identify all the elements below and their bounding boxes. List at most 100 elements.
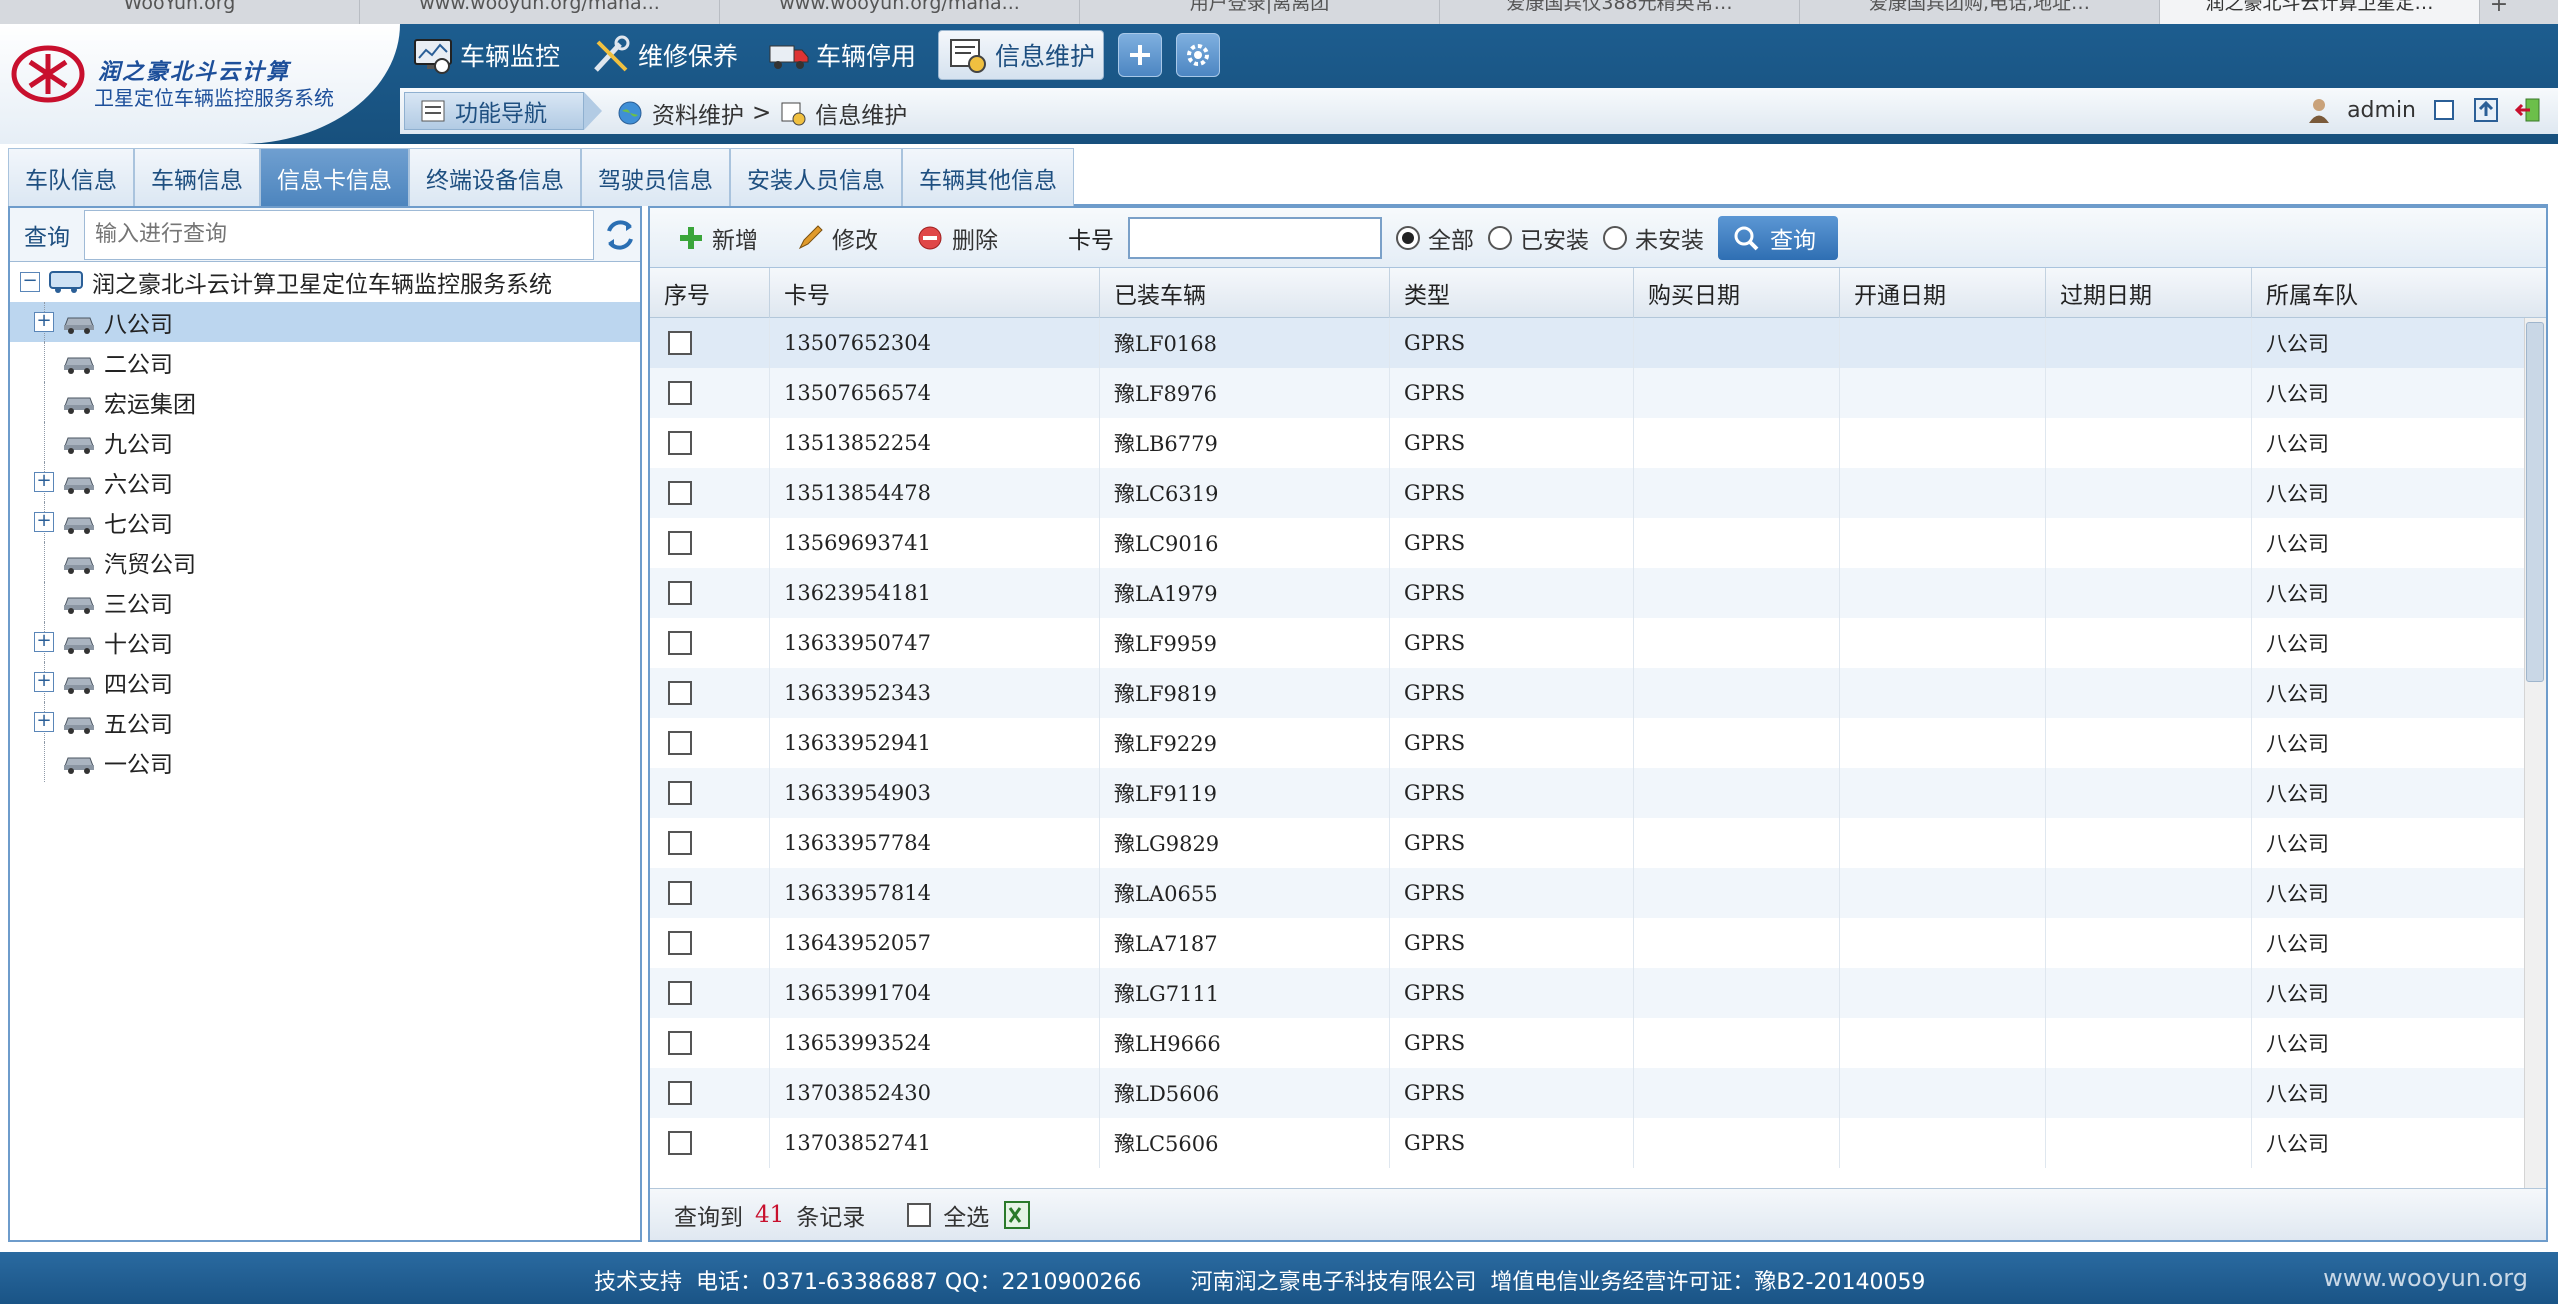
refresh-icon[interactable] [600,215,640,255]
row-checkbox[interactable] [668,531,692,555]
col-header-purchase-date[interactable]: 购买日期 [1634,268,1840,318]
table-row[interactable]: 13507652304 豫LF0168 GPRS 八公司 [650,318,2546,368]
tab-terminal-device-info[interactable]: 终端设备信息 [409,148,581,206]
row-checkbox[interactable] [668,781,692,805]
table-row[interactable]: 13623954181 豫LA1979 GPRS 八公司 [650,568,2546,618]
tab-driver-info[interactable]: 驾驶员信息 [581,148,730,206]
table-row[interactable]: 13513852254 豫LB6779 GPRS 八公司 [650,418,2546,468]
tree-node[interactable]: 一公司 [10,742,640,782]
row-checkbox[interactable] [668,881,692,905]
tree-node[interactable]: 三公司 [10,582,640,622]
radio-not-installed-button[interactable] [1603,225,1627,250]
add-button[interactable]: 新增 [666,216,770,260]
row-checkbox[interactable] [668,1131,692,1155]
table-row[interactable]: 13703852741 豫LC5606 GPRS 八公司 [650,1118,2546,1168]
table-row[interactable]: 13633957814 豫LA0655 GPRS 八公司 [650,868,2546,918]
tree-node[interactable]: 九公司 [10,422,640,462]
window-icon[interactable] [2430,96,2458,124]
nav-info-maintenance[interactable]: 信息维护 [938,30,1105,80]
edit-button[interactable]: 修改 [784,216,890,260]
expand-icon[interactable]: + [34,672,54,692]
table-row[interactable]: 13633954903 豫LF9119 GPRS 八公司 [650,768,2546,818]
collapse-icon[interactable]: − [20,272,40,292]
vertical-scrollbar[interactable] [2524,318,2546,1196]
select-all-checkbox[interactable] [907,1202,932,1227]
row-checkbox[interactable] [668,681,692,705]
table-row[interactable]: 13507656574 豫LF8976 GPRS 八公司 [650,368,2546,418]
radio-all-button[interactable] [1396,225,1420,250]
tree-node[interactable]: + 七公司 [10,502,640,542]
row-checkbox[interactable] [668,931,692,955]
row-checkbox[interactable] [668,731,692,755]
table-row[interactable]: 13513854478 豫LC6319 GPRS 八公司 [650,468,2546,518]
col-header-vehicle[interactable]: 已装车辆 [1100,268,1390,318]
new-tab-button[interactable]: + [2480,0,2518,24]
col-header-index[interactable]: 序号 [650,268,770,318]
table-row[interactable]: 13643952057 豫LA7187 GPRS 八公司 [650,918,2546,968]
settings-button[interactable] [1176,33,1221,77]
table-row[interactable]: 13653991704 豫LG7111 GPRS 八公司 [650,968,2546,1018]
browser-tab[interactable]: WooYun.org [0,0,360,24]
expand-icon[interactable]: + [34,712,54,732]
tree-node[interactable]: 汽贸公司 [10,542,640,582]
tree-node[interactable]: + 四公司 [10,662,640,702]
row-checkbox[interactable] [668,481,692,505]
excel-export-icon[interactable] [1001,1200,1033,1230]
table-row[interactable]: 13633952941 豫LF9229 GPRS 八公司 [650,718,2546,768]
browser-tab[interactable]: www.wooyun.org/mana... [720,0,1080,24]
row-checkbox[interactable] [668,1081,692,1105]
row-checkbox[interactable] [668,981,692,1005]
radio-all[interactable]: 全部 [1396,221,1474,255]
table-row[interactable]: 13633957784 豫LG9829 GPRS 八公司 [650,818,2546,868]
card-number-input[interactable] [1128,216,1382,259]
browser-tab[interactable]: 爱康国宾团购,电话,地址… [1800,0,2160,24]
table-row[interactable]: 13569693741 豫LC9016 GPRS 八公司 [650,518,2546,568]
tree-node[interactable]: + 五公司 [10,702,640,742]
table-row[interactable]: 13633952343 豫LF9819 GPRS 八公司 [650,668,2546,718]
browser-tab[interactable]: 爱康国宾仪388元精英常… [1440,0,1800,24]
row-checkbox[interactable] [668,431,692,455]
row-checkbox[interactable] [668,581,692,605]
tab-sim-card-info[interactable]: 信息卡信息 [260,148,409,206]
col-header-type[interactable]: 类型 [1390,268,1634,318]
col-header-expiry-date[interactable]: 过期日期 [2046,268,2252,318]
radio-installed[interactable]: 已安装 [1488,221,1589,255]
browser-tab[interactable]: www.wooyun.org/mana... [360,0,720,24]
nav-vehicle-disable[interactable]: 车辆停用 [760,30,924,80]
logout-icon[interactable] [2514,96,2542,124]
tree-node[interactable]: + 八公司 [10,302,640,342]
tree-node[interactable]: 二公司 [10,342,640,382]
nav-maintenance[interactable]: 维修保养 [582,30,746,80]
row-checkbox[interactable] [668,631,692,655]
breadcrumb-item[interactable]: 资料维护 [652,96,744,130]
tab-fleet-info[interactable]: 车队信息 [8,148,134,206]
tree-node[interactable]: + 六公司 [10,462,640,502]
query-button[interactable]: 查询 [1718,215,1838,260]
tree-root-node[interactable]: − 润之豪北斗云计算卫星定位车辆监控服务系统 [10,262,640,302]
radio-installed-button[interactable] [1488,225,1512,250]
expand-icon[interactable]: + [34,472,54,492]
delete-button[interactable]: 删除 [904,216,1010,260]
expand-icon[interactable]: + [34,312,54,332]
function-nav-button[interactable]: 功能导航 [404,92,584,130]
browser-tab-active[interactable]: 润之豪北斗云计算卫星定… [2160,0,2480,24]
table-row[interactable]: 13703852430 豫LD5606 GPRS 八公司 [650,1068,2546,1118]
col-header-activation-date[interactable]: 开通日期 [1840,268,2046,318]
tab-vehicle-other-info[interactable]: 车辆其他信息 [902,148,1074,206]
row-checkbox[interactable] [668,331,692,355]
row-checkbox[interactable] [668,381,692,405]
row-checkbox[interactable] [668,831,692,855]
tab-installer-info[interactable]: 安装人员信息 [730,148,902,206]
browser-tab[interactable]: 用户登录|离离团 [1080,0,1440,24]
tree-search-input[interactable] [84,209,594,260]
radio-not-installed[interactable]: 未安装 [1603,221,1704,255]
tree-node[interactable]: 宏运集团 [10,382,640,422]
add-shortcut-button[interactable] [1118,33,1163,77]
nav-vehicle-monitor[interactable]: 车辆监控 [404,30,568,80]
expand-icon[interactable]: + [34,632,54,652]
table-row[interactable]: 13633950747 豫LF9959 GPRS 八公司 [650,618,2546,668]
col-header-card-number[interactable]: 卡号 [770,268,1100,318]
row-checkbox[interactable] [668,1031,692,1055]
expand-icon[interactable]: + [34,512,54,532]
tab-vehicle-info[interactable]: 车辆信息 [134,148,260,206]
